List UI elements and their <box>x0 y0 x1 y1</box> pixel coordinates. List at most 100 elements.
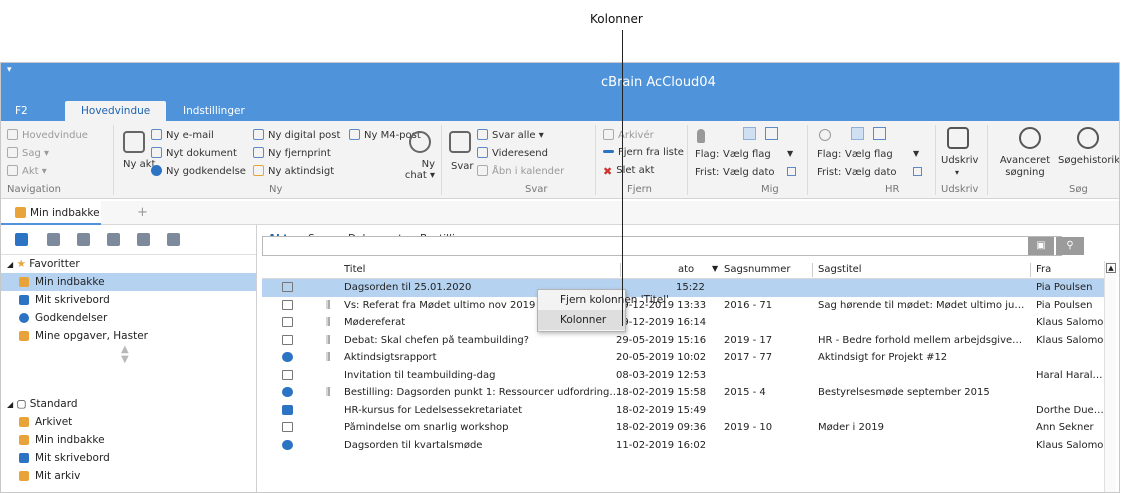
table-row[interactable]: ⫼ Debat: Skal chefen på teambuilding? 29-0… <box>262 332 1104 350</box>
tree-item-mit-skrivebord[interactable]: Mit skrivebord <box>1 291 256 309</box>
add-tab-icon[interactable]: + <box>137 205 148 220</box>
search-options-icon[interactable]: ▣ <box>1028 237 1054 255</box>
callout-label: Kolonner <box>590 12 643 26</box>
tree-item-mine-opgaver[interactable]: Mine opgaver, Haster <box>1 327 256 345</box>
m4-post-icon <box>349 129 360 140</box>
ny-fjernprint-button[interactable]: Ny fjernprint <box>253 147 331 159</box>
nav-akt-button[interactable]: Akt ▾ <box>7 165 47 177</box>
tree-group-standard[interactable]: ◢ ▢ Standard <box>1 395 78 413</box>
table-row[interactable]: Påmindelse om snarlig workshop 18-02-2019… <box>262 419 1104 437</box>
row-from: Haral Haralsen <box>1036 369 1104 381</box>
table-row[interactable]: Invitation til teambuilding-dag 08-03-201… <box>262 367 1104 385</box>
tab-min-indbakke[interactable]: Min indbakke <box>1 201 101 225</box>
hr-flag-select[interactable]: Vælg flag <box>845 149 893 160</box>
ny-godkendelse-button[interactable]: Ny godkendelse <box>151 165 246 177</box>
chevron-down-icon[interactable]: ▼ <box>787 149 793 158</box>
table-row[interactable]: ⫼ Mødereferat 09-12-2019 16:14 Klaus Salomo <box>262 314 1104 332</box>
case-icon[interactable] <box>107 233 120 246</box>
row-date: 20-05-2019 10:02 <box>616 352 707 363</box>
hr-flag-label: Flag: <box>817 149 842 160</box>
udskriv-button[interactable]: Udskriv <box>941 155 978 166</box>
hr-frist-date[interactable]: Vælg dato <box>845 167 896 178</box>
reply-icon <box>449 131 471 153</box>
chevron-down-icon[interactable]: ▾ <box>955 168 959 177</box>
table-row[interactable]: HR-kursus for Ledelsessekretariatet 18-02… <box>262 402 1104 420</box>
tab-f2[interactable]: F2 <box>15 101 28 121</box>
tab-indstillinger[interactable]: Indstillinger <box>183 101 245 121</box>
mig-flag-select[interactable]: Vælg flag <box>723 149 771 160</box>
archive-icon <box>19 471 29 481</box>
row-sagstitel: HR - Bedre forhold mellem arbejdsgiver o… <box>818 334 1026 346</box>
search-icon[interactable]: ⚲ <box>1056 237 1084 255</box>
folder-icon[interactable] <box>167 233 180 246</box>
person-icon <box>697 129 705 143</box>
ny-chat-button[interactable]: Ny chat ▾ <box>399 159 435 181</box>
mig-flag-label: Flag: <box>695 149 720 160</box>
row-date: 18-02-2019 15:58 <box>616 387 707 398</box>
menu-item-kolonner[interactable]: Kolonner <box>538 310 625 330</box>
approval-icon <box>282 439 293 450</box>
ny-digital-post-button[interactable]: Ny digital post <box>253 129 340 141</box>
callout-line <box>622 30 623 326</box>
tree-item-arkivet[interactable]: Arkivet <box>1 413 256 431</box>
column-header-titel[interactable]: Titel <box>344 264 365 275</box>
aabn-i-kalender-button[interactable]: Åbn i kalender <box>477 165 564 177</box>
chevron-down-icon[interactable]: ▼ <box>913 149 919 158</box>
group-label-mig: Mig <box>761 184 779 195</box>
calendar-icon[interactable] <box>913 167 922 176</box>
scroll-up-icon[interactable]: ▲ <box>1106 263 1116 273</box>
tab-hovedvindue[interactable]: Hovedvindue <box>65 101 167 121</box>
nav-sag-button[interactable]: Sag ▾ <box>7 147 49 159</box>
document-icon[interactable] <box>15 233 28 246</box>
table-row[interactable]: Dagsorden til kvartalsmøde 11-02-2019 16:… <box>262 437 1104 455</box>
table-row[interactable]: ⫼ Aktindsigtsrapport 20-05-2019 10:02 2017 … <box>262 349 1104 367</box>
slet-akt-button[interactable]: ✖ Slet akt <box>603 165 654 177</box>
people-icon[interactable] <box>137 233 150 246</box>
tree-group-favorites[interactable]: ◢ ★ Favoritter <box>1 255 256 273</box>
group-label-navigation: Navigation <box>7 184 61 195</box>
tree-item-mit-arkiv[interactable]: Mit arkiv <box>1 467 256 485</box>
group-separator <box>687 125 688 195</box>
ny-email-button[interactable]: Ny e-mail <box>151 129 214 141</box>
inbox-icon <box>15 207 26 218</box>
nav-hovedvindue-button[interactable]: Hovedvindue <box>7 129 88 141</box>
row-from: Klaus Salomo <box>1036 334 1104 346</box>
svar-button[interactable]: Svar <box>451 161 474 172</box>
column-header-sagstitel[interactable]: Sagstitel <box>818 264 862 275</box>
quick-access-dropdown[interactable]: ▾ <box>7 65 12 75</box>
ribbon-tabs: F2 Hovedvindue Indstillinger <box>1 101 1119 121</box>
column-header-fra[interactable]: Fra <box>1036 264 1051 275</box>
search-input[interactable] <box>262 236 1062 256</box>
ny-aktindsigt-button[interactable]: Ny aktindsigt <box>253 165 334 177</box>
tree-item-min-indbakke[interactable]: Min indbakke <box>1 273 256 291</box>
tree-item-mit-skrivebord[interactable]: Mit skrivebord <box>1 449 256 467</box>
avanceret-soegning-button[interactable]: Avanceret søgning <box>993 155 1057 179</box>
group-separator <box>441 125 442 195</box>
arkiver-button[interactable]: Arkivér <box>603 129 654 141</box>
delete-icon: ✖ <box>603 165 613 178</box>
tree-item-min-indbakke[interactable]: Min indbakke <box>1 431 256 449</box>
vertical-scrollbar[interactable]: ▲ <box>1104 261 1116 492</box>
group-separator <box>113 125 114 195</box>
soegehistorik-button[interactable]: Søgehistorik <box>1057 155 1119 167</box>
ny-akt-button[interactable]: Ny akt <box>123 159 155 170</box>
calendar-icon[interactable] <box>787 167 796 176</box>
tree-item-godkendelser[interactable]: Godkendelser <box>1 309 256 327</box>
splitter-arrows[interactable]: ▲ ▼ <box>121 345 129 365</box>
videresend-button[interactable]: Videresend <box>477 147 548 159</box>
table-row[interactable]: ⫼ Vs: Referat fra Mødet ultimo nov 2019 -… <box>262 297 1104 315</box>
svar-alle-button[interactable]: Svar alle ▾ <box>477 129 544 141</box>
document-tab-strip: Min indbakke + <box>1 201 1119 225</box>
menu-item-fjern-kolonnen[interactable]: Fjern kolonnen 'Titel' <box>538 290 669 310</box>
mig-frist-date[interactable]: Vælg dato <box>723 167 774 178</box>
fjern-fra-liste-button[interactable]: Fjern fra liste <box>603 147 684 158</box>
list-icon[interactable] <box>77 233 90 246</box>
table-row[interactable]: Dagsorden til 25.01.2020 15:22 Pia Poulsen <box>262 279 1104 297</box>
network-icon[interactable] <box>47 233 60 246</box>
column-header-dato[interactable]: ato <box>678 264 694 275</box>
table-row[interactable]: ⫼ Bestilling: Dagsorden punkt 1: Ressourc… <box>262 384 1104 402</box>
inbox-icon <box>19 435 29 445</box>
nyt-dokument-button[interactable]: Nyt dokument <box>151 147 237 159</box>
attachment-icon: ⫼ <box>326 299 331 311</box>
column-header-sagsnummer[interactable]: Sagsnummer <box>724 264 790 275</box>
